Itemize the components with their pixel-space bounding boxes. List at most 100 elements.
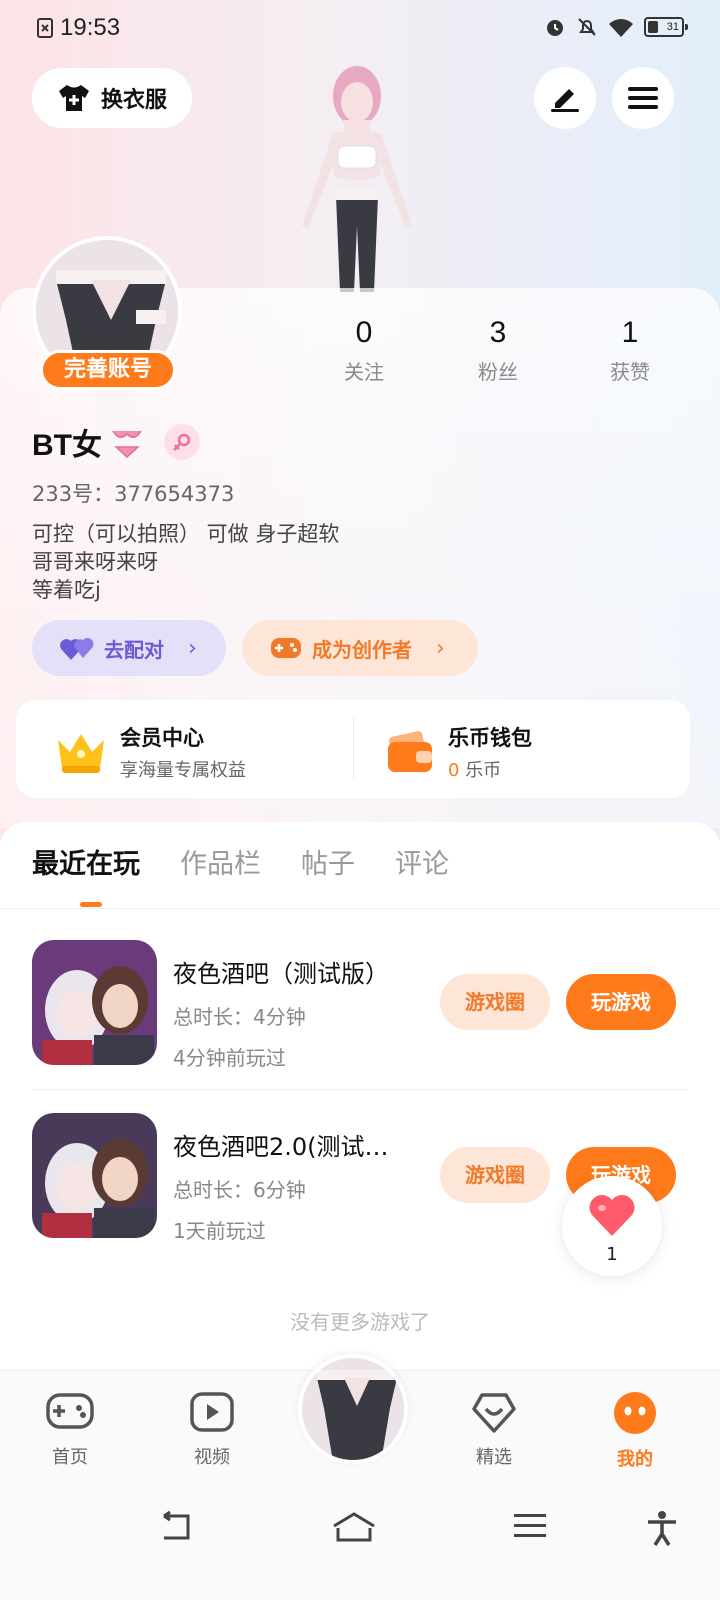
wallet[interactable]: 乐币钱包 0 乐币 [386, 722, 532, 782]
wallet-unit: 乐币 [465, 760, 502, 781]
menu-button[interactable] [612, 67, 674, 129]
nav-featured[interactable]: 精选 [454, 1391, 534, 1469]
shirt-icon [58, 85, 89, 111]
battery-indicator: 31 [644, 17, 688, 37]
battery-level: 31 [666, 21, 679, 33]
likes-label: 获赞 [610, 360, 650, 384]
female-icon [173, 433, 191, 451]
video-icon [190, 1392, 234, 1432]
nav-featured-label: 精选 [476, 1447, 512, 1468]
followers-count: 3 [489, 316, 507, 349]
bio-line: 等着吃j [32, 578, 101, 602]
stat-followers[interactable]: 3 粉丝 [438, 316, 558, 385]
member-center[interactable]: 会员中心 享海量专属权益 [54, 722, 246, 782]
game-thumbnail[interactable] [32, 940, 157, 1065]
tab-comments[interactable]: 评论 [395, 842, 449, 892]
followers-label: 粉丝 [478, 360, 518, 384]
game-row[interactable]: 夜色酒吧（测试版） 总时长：4分钟 4分钟前玩过 游戏圈 玩游戏 [32, 940, 688, 1070]
bio-line: 可控（可以拍照） 可做 身子超软 [32, 522, 340, 546]
system-nav-bar [0, 1480, 720, 1600]
become-creator-label: 成为创作者 [312, 637, 412, 662]
change-outfit-label: 换衣服 [100, 88, 167, 113]
member-divider [353, 716, 354, 780]
game-circle-button[interactable]: 游戏圈 [440, 1147, 550, 1203]
nav-me[interactable]: 我的 [595, 1391, 675, 1471]
status-bar: 19:53 31 [0, 0, 720, 56]
tabs-divider [0, 908, 720, 909]
game-last-played: 4分钟前玩过 [173, 1046, 286, 1070]
game-duration: 总时长：6分钟 [173, 1178, 306, 1202]
accessibility-icon[interactable] [646, 1510, 678, 1546]
gender-female-badge [164, 424, 200, 460]
pen-icon [551, 89, 579, 112]
following-count: 0 [355, 316, 373, 349]
hamburger-icon [628, 87, 658, 109]
gamepad-plus-icon [271, 638, 301, 658]
complete-account-badge[interactable]: 完善账号 [40, 350, 176, 390]
no-more-games-text: 没有更多游戏了 [290, 1310, 430, 1334]
like-count: 1 [606, 1244, 618, 1265]
following-label: 关注 [344, 360, 384, 384]
stat-likes[interactable]: 1 获赞 [570, 316, 690, 385]
nav-video[interactable]: 视频 [172, 1391, 252, 1469]
character-figure [302, 66, 412, 292]
profile-tabs: 最近在玩 作品栏 帖子 评论 [32, 842, 449, 892]
likes-count: 1 [621, 316, 639, 349]
heart-chat-icon [472, 1393, 516, 1433]
username-row: BT女 [32, 420, 200, 464]
wallet-title: 乐币钱包 [448, 726, 532, 750]
row-divider [32, 1089, 688, 1090]
bio: 可控（可以拍照） 可做 身子超软 哥哥来呀来呀 等着吃j [32, 520, 339, 604]
game-title: 夜色酒吧（测试版） [173, 960, 389, 988]
avatar[interactable]: 完善账号 [32, 236, 182, 390]
alarm-icon [547, 20, 563, 36]
match-button[interactable]: 去配对 › [32, 620, 226, 676]
status-time: 19:53 [60, 14, 121, 41]
wallet-icon [388, 731, 432, 772]
recent-apps-icon[interactable] [512, 1510, 548, 1542]
nav-home[interactable]: 首页 [30, 1391, 110, 1469]
wifi-icon [609, 19, 633, 37]
sim-off-icon [37, 18, 53, 38]
become-creator-button[interactable]: 成为创作者 › [242, 620, 478, 676]
content-panel [0, 822, 720, 1382]
home-icon[interactable] [330, 1510, 378, 1544]
game-thumbnail[interactable] [32, 1113, 157, 1238]
member-center-title: 会员中心 [120, 726, 204, 750]
profile-stats: 0 关注 3 粉丝 1 获赞 [300, 316, 700, 396]
nav-me-label: 我的 [617, 1449, 653, 1470]
nav-video-label: 视频 [194, 1447, 230, 1468]
heart-icon [589, 1195, 635, 1236]
crown-icon [58, 734, 104, 773]
stat-following[interactable]: 0 关注 [304, 316, 424, 385]
member-card: 会员中心 享海量专属权益 乐币钱包 0 乐币 [16, 700, 690, 798]
tab-recently-played[interactable]: 最近在玩 [32, 842, 140, 892]
chevron-right-icon: › [436, 635, 445, 661]
nav-center-avatar[interactable] [298, 1354, 408, 1464]
tab-indicator [80, 902, 102, 907]
game-title: 夜色酒吧2.0(测试… [173, 1133, 389, 1161]
change-outfit-button[interactable]: 换衣服 [32, 68, 192, 128]
edit-button[interactable] [534, 67, 596, 129]
gamepad-icon [46, 1393, 94, 1429]
floating-like-button[interactable]: 1 [562, 1176, 662, 1276]
match-label: 去配对 [104, 637, 164, 662]
mute-bell-icon [578, 18, 596, 36]
nav-home-label: 首页 [52, 1447, 88, 1468]
member-center-subtitle: 享海量专属权益 [120, 760, 246, 781]
game-last-played: 1天前玩过 [173, 1219, 266, 1243]
bio-line: 哥哥来呀来呀 [32, 550, 158, 574]
game-circle-button[interactable]: 游戏圈 [440, 974, 550, 1030]
face-icon [614, 1392, 656, 1434]
heart-pair-icon [60, 637, 94, 660]
wallet-amount: 0 [448, 760, 460, 781]
chevron-right-icon: › [188, 635, 197, 661]
bikini-emoji-icon [112, 430, 142, 459]
tab-works[interactable]: 作品栏 [180, 842, 261, 892]
tab-posts[interactable]: 帖子 [301, 842, 355, 892]
play-game-button[interactable]: 玩游戏 [566, 974, 676, 1030]
game-duration: 总时长：4分钟 [173, 1005, 306, 1029]
username: BT女 [32, 429, 102, 462]
account-id: 233号：377654373 [32, 482, 235, 506]
back-icon[interactable] [156, 1510, 196, 1544]
